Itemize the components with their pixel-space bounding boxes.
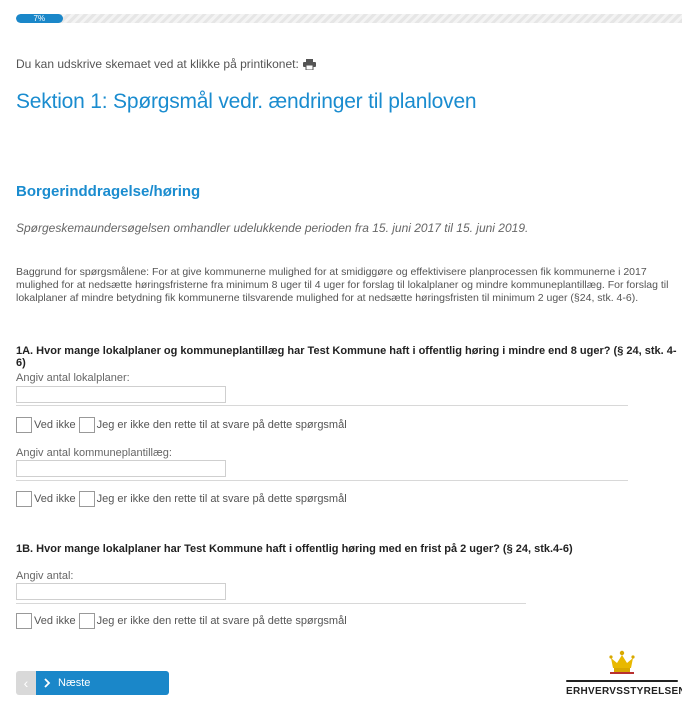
not-right-person-label: Jeg er ikke den rette til at svare på de… xyxy=(96,419,347,431)
q1a-kommuneplantillaeg-checks: Ved ikke Jeg er ikke den rette til at sv… xyxy=(16,491,347,507)
previous-button[interactable]: ‹ xyxy=(16,671,36,695)
kommuneplantillaeg-input[interactable] xyxy=(16,460,226,477)
dont-know-checkbox[interactable] xyxy=(16,491,32,507)
next-button-label: Næste xyxy=(58,677,91,689)
divider xyxy=(16,405,628,406)
kommuneplantillaeg-label: Angiv antal kommuneplantillæg: xyxy=(16,447,172,459)
question-1b-title: 1B. Hvor mange lokalplaner har Test Komm… xyxy=(16,543,573,555)
logo-underline xyxy=(566,680,678,682)
dont-know-checkbox[interactable] xyxy=(16,613,32,629)
progress-fill: 7% xyxy=(16,14,63,23)
print-hint-text: Du kan udskrive skemaet ved at klikke på… xyxy=(16,57,299,71)
dont-know-label: Ved ikke xyxy=(34,615,76,627)
divider xyxy=(16,603,526,604)
not-right-person-checkbox[interactable] xyxy=(78,491,95,507)
subsection-title: Borgerinddragelse/høring xyxy=(16,183,201,200)
chevron-right-icon xyxy=(44,678,51,688)
printer-icon[interactable] xyxy=(302,58,316,70)
dont-know-label: Ved ikke xyxy=(34,493,76,505)
dont-know-checkbox[interactable] xyxy=(16,417,32,433)
logo-text: ERHVERVSSTYRELSEN xyxy=(566,686,682,697)
progress-bar: 7% xyxy=(16,14,682,23)
not-right-person-label: Jeg er ikke den rette til at svare på de… xyxy=(96,615,347,627)
dont-know-label: Ved ikke xyxy=(34,419,76,431)
q1a-lokalplaner-checks: Ved ikke Jeg er ikke den rette til at sv… xyxy=(16,417,347,433)
not-right-person-label: Jeg er ikke den rette til at svare på de… xyxy=(96,493,347,505)
question-1a-title: 1A. Hvor mange lokalplaner og kommunepla… xyxy=(16,345,677,369)
lokalplaner-label: Angiv antal lokalplaner: xyxy=(16,372,130,384)
divider xyxy=(16,480,628,481)
next-button[interactable]: Næste xyxy=(36,671,169,695)
navigation-bar: ‹ Næste xyxy=(16,671,169,695)
lokalplaner-input[interactable] xyxy=(16,386,226,403)
background-text: Baggrund for spørgsmålene: For at give k… xyxy=(16,266,669,304)
q1b-checks: Ved ikke Jeg er ikke den rette til at sv… xyxy=(16,613,347,629)
crown-logo-icon xyxy=(609,650,635,674)
intro-text: Spørgeskemaundersøgelsen omhandler udelu… xyxy=(16,221,529,235)
antal-input[interactable] xyxy=(16,583,226,600)
print-hint: Du kan udskrive skemaet ved at klikke på… xyxy=(16,57,316,71)
not-right-person-checkbox[interactable] xyxy=(78,417,95,433)
not-right-person-checkbox[interactable] xyxy=(78,613,95,629)
page-title: Sektion 1: Spørgsmål vedr. ændringer til… xyxy=(16,90,477,113)
antal-label: Angiv antal: xyxy=(16,570,74,582)
